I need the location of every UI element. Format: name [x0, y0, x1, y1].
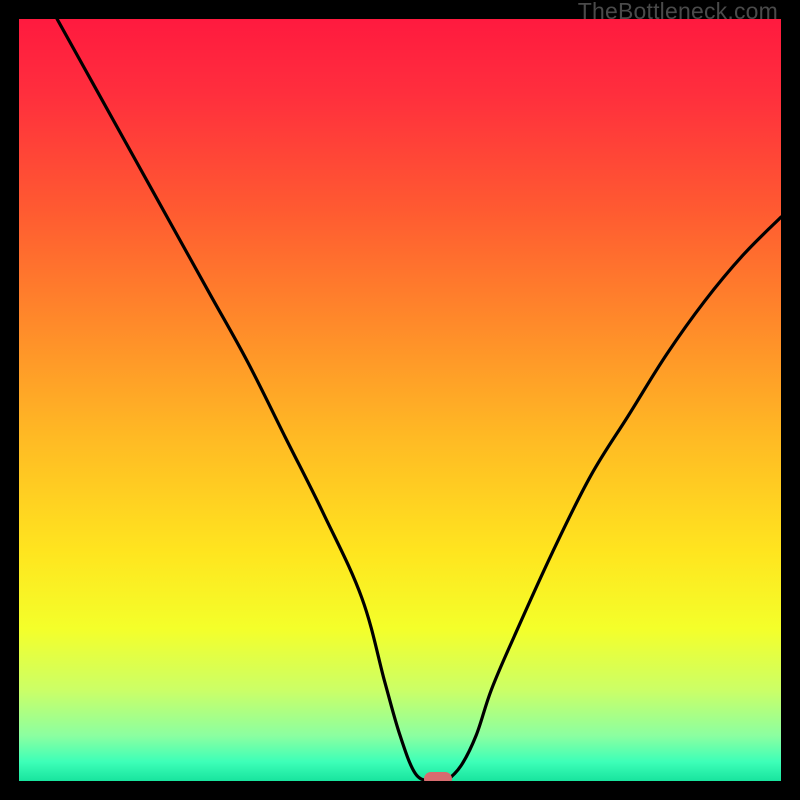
plot-area	[19, 19, 781, 781]
gradient-rect	[19, 19, 781, 781]
optimal-marker	[424, 772, 452, 781]
watermark-text: TheBottleneck.com	[578, 0, 778, 23]
chart-frame: TheBottleneck.com	[0, 0, 800, 800]
chart-svg	[19, 19, 781, 781]
